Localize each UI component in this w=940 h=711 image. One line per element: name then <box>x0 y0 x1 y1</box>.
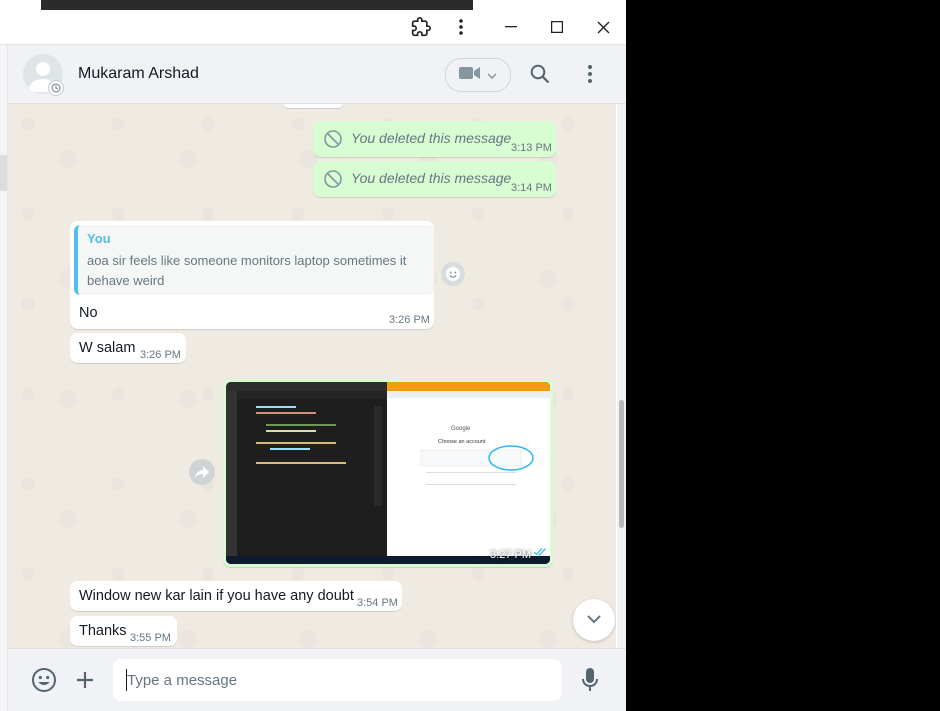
incoming-message[interactable]: Thanks 3:55 PM <box>70 616 177 646</box>
image-screenshot-brand: Google <box>451 426 471 432</box>
minimize-icon[interactable] <box>489 10 533 44</box>
chevron-down-icon <box>487 66 497 84</box>
scrollbar-thumb[interactable] <box>619 400 624 528</box>
microphone-icon[interactable] <box>576 666 604 694</box>
emoji-icon[interactable] <box>30 666 58 694</box>
message-text: No <box>79 305 98 321</box>
deleted-message-text: You deleted this message <box>351 170 512 186</box>
message-time: 3:55 PM <box>130 632 171 644</box>
message-time: 3:26 PM <box>140 349 181 361</box>
left-panel-edge <box>0 45 8 711</box>
message-time: 3:26 PM <box>389 314 430 326</box>
background-window-edge <box>41 0 473 10</box>
extension-icon[interactable] <box>399 10 443 44</box>
deleted-icon <box>323 169 343 194</box>
message-text: Thanks <box>79 623 127 639</box>
deleted-message[interactable]: You deleted this message 3:13 PM <box>313 121 556 157</box>
left-panel-marker <box>0 155 7 191</box>
quoted-message[interactable]: You aoa sir feels like someone monitors … <box>74 225 434 295</box>
title-bar <box>0 10 626 45</box>
message-composer <box>8 648 626 711</box>
message-time: 3:54 PM <box>357 597 398 609</box>
emoji-reaction-button[interactable] <box>441 262 465 286</box>
image-thumbnail[interactable]: Google Choose an account <box>226 382 550 564</box>
message-input[interactable] <box>113 659 562 701</box>
incoming-message[interactable]: W salam 3:26 PM <box>70 333 186 363</box>
message-time: 3:14 PM <box>511 182 552 194</box>
scroll-to-bottom-button[interactable] <box>573 599 615 641</box>
image-screenshot-heading: Choose an account <box>438 439 486 445</box>
forward-icon[interactable] <box>189 459 215 485</box>
video-call-button[interactable] <box>445 58 511 92</box>
app-window: Mukaram Arshad You deleted this message … <box>0 10 626 711</box>
incoming-message[interactable]: Window new kar lain if you have any doub… <box>70 581 402 611</box>
scrollbar[interactable] <box>617 104 626 648</box>
message-text: W salam <box>79 340 136 356</box>
attach-icon[interactable] <box>71 666 99 694</box>
more-vertical-icon[interactable] <box>439 10 483 44</box>
message-list[interactable]: You deleted this message 3:13 PM You del… <box>8 104 616 648</box>
chevron-down-icon <box>586 611 602 629</box>
deleted-message-text: You deleted this message <box>351 130 512 146</box>
message-bubble-partial <box>283 104 343 108</box>
chat-header[interactable]: Mukaram Arshad <box>8 45 626 104</box>
image-message[interactable]: Google Choose an account 3:27 PM <box>223 379 553 567</box>
deleted-message[interactable]: You deleted this message 3:14 PM <box>313 161 556 197</box>
quote-author: You <box>87 231 111 246</box>
contact-name[interactable]: Mukaram Arshad <box>78 65 199 83</box>
reply-message[interactable]: You aoa sir feels like someone monitors … <box>70 221 434 329</box>
menu-icon[interactable] <box>578 62 602 86</box>
message-text: Window new kar lain if you have any doub… <box>79 588 354 604</box>
quote-text: aoa sir feels like someone monitors lapt… <box>87 253 407 288</box>
timer-icon <box>48 80 64 96</box>
video-call-icon <box>459 66 481 85</box>
close-icon[interactable] <box>581 10 625 44</box>
message-time: 3:27 PM <box>490 549 531 561</box>
background-strip <box>0 0 626 10</box>
maximize-icon[interactable] <box>535 10 579 44</box>
message-time: 3:13 PM <box>511 142 552 154</box>
search-icon[interactable] <box>528 62 552 86</box>
deleted-icon <box>323 129 343 154</box>
read-receipt-icon <box>533 543 547 561</box>
text-caret <box>126 669 127 691</box>
